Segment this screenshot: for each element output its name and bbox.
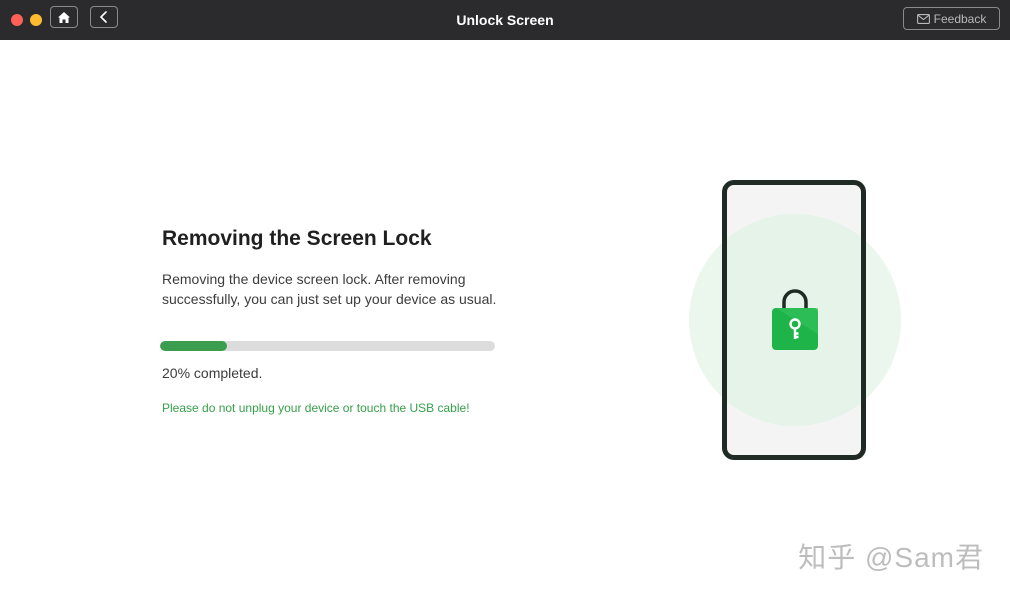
feedback-label: Feedback	[933, 11, 987, 26]
mail-icon	[916, 13, 930, 24]
app-window: Unlock Screen Feedback Removing the Scre…	[0, 0, 1010, 600]
window-title: Unlock Screen	[456, 12, 554, 28]
padlock-key-icon	[772, 289, 818, 350]
warning-message: Please do not unplug your device or touc…	[162, 401, 470, 415]
progress-label: 20% completed.	[162, 365, 263, 381]
feedback-button[interactable]: Feedback	[903, 7, 1000, 30]
progress-bar	[160, 341, 495, 351]
page-description: Removing the device screen lock. After r…	[162, 271, 497, 307]
title-bar: Unlock Screen Feedback	[0, 0, 1010, 40]
page-heading: Removing the Screen Lock	[162, 227, 432, 250]
progress-bar-fill	[160, 341, 227, 351]
watermark: 知乎 @Sam君	[798, 542, 984, 573]
